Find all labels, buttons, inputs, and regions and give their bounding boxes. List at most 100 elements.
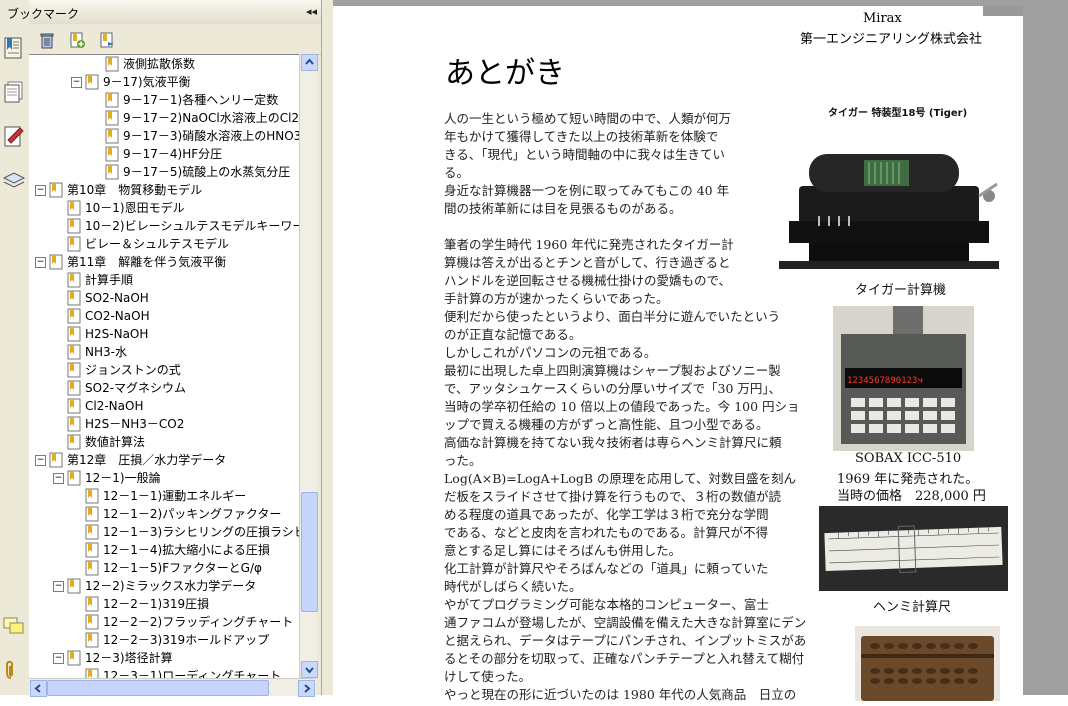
bookmark-icon <box>67 398 81 414</box>
bookmark-label: 第10章 物質移動モデル <box>67 183 203 197</box>
layers-icon[interactable] <box>2 168 26 192</box>
body-text-line: るとその部分を切取って、正確なパンチテープと入れ替えて糊付 <box>444 651 805 666</box>
bookmark-label: ビレー＆シュルテスモデル <box>85 237 230 251</box>
body-text-line: のが正直な記憶である。 <box>444 327 582 342</box>
bookmark-icon <box>49 182 63 198</box>
bookmark-label: 12－1－5)FファクターとG/φ <box>103 561 262 575</box>
bookmark-label: 9－17－4)HF分圧 <box>123 147 223 161</box>
bookmark-icon <box>67 434 81 450</box>
document-view[interactable]: Mirax 第一エンジニアリング株式会社 あとがき 人の一生という極めて短い時間… <box>333 0 1068 706</box>
collapse-toggle-icon[interactable]: − <box>53 473 64 484</box>
bookmark-icon <box>67 344 81 360</box>
abacus-image <box>855 626 1000 701</box>
bookmark-label: CO2-NaOH <box>85 309 150 323</box>
scroll-thumb[interactable] <box>301 492 318 612</box>
sobax-caption-model: SOBAX ICC-510 <box>855 451 962 466</box>
bookmark-icon <box>67 650 81 666</box>
bookmark-label: 12－3)塔径計算 <box>85 651 173 665</box>
bookmark-icon <box>67 326 81 342</box>
scroll-up-icon[interactable] <box>301 54 318 71</box>
body-text-line: 時代がしばらく続いた。 <box>444 579 582 594</box>
body-text-line: 意とする足し算にはそろばんも併用した。 <box>444 543 682 558</box>
signatures-icon[interactable] <box>2 124 26 148</box>
bookmark-icon <box>85 524 99 540</box>
bookmark-icon <box>105 92 119 108</box>
scroll-left-icon[interactable] <box>30 680 47 697</box>
body-text-line: と据えられ、データはテープにパンチされ、インプットミスがあ <box>444 633 807 648</box>
company-name-jp: 第一エンジニアリング株式会社 <box>800 32 983 47</box>
bookmark-label: 10－1)恩田モデル <box>85 201 185 215</box>
page-edge-strip <box>983 6 1023 16</box>
delete-icon[interactable] <box>38 31 56 49</box>
bookmark-icon <box>85 560 99 576</box>
body-text-line: Log(A×B)=LogA+LogB の原理を応用して、対数目盛を刻ん <box>444 471 797 486</box>
body-text-line: める程度の道具であったが、化学工学は３桁で充分な学問 <box>444 507 769 522</box>
tiger-image-header: タイガー 特装型18号 (Tiger) <box>828 108 968 119</box>
bookmark-label: H2S-NaOH <box>85 327 149 341</box>
body-text-line: る。 <box>444 165 470 180</box>
body-text-line: 間の技術革新には目を見張るものがある。 <box>444 201 682 216</box>
bookmark-toolbar <box>29 24 321 55</box>
body-text-line: だ板をスライドさせて掛け算を行うもので、３桁の数値が読 <box>444 489 782 504</box>
expand-bookmark-icon[interactable] <box>98 31 116 49</box>
bookmark-label: 9－17－1)各種ヘンリー定数 <box>123 93 279 107</box>
body-text-line: 年もかけて獲得してきた以上の技術革新を体験で <box>444 129 719 144</box>
bookmark-label: 10－2)ビレーシュルテスモデルキーワード <box>85 219 299 233</box>
collapse-panel-icon[interactable]: ◂◂ <box>306 5 317 18</box>
bookmarks-panel: ブックマーク ◂◂ 液側拡散係数 − 9－17)気液平衡 9－17－1)各種ヘンリー定… <box>7 0 321 697</box>
body-text-line: 人の一生という極めて短い時間の中で、人類が何万 <box>444 111 732 126</box>
tree-horizontal-scrollbar[interactable] <box>29 678 316 697</box>
sobax-calculator-image: 1234567890123ч <box>833 306 974 451</box>
bookmark-label: 計算手順 <box>85 273 134 287</box>
collapse-toggle-icon[interactable]: − <box>35 455 46 466</box>
bookmarks-icon[interactable] <box>2 36 26 60</box>
bookmark-icon <box>105 146 119 162</box>
body-text-line: 筆者の学生時代 1960 年代に発売されたタイガー計 <box>444 237 734 252</box>
collapse-toggle-icon[interactable]: − <box>71 77 82 88</box>
panel-title: ブックマーク <box>7 7 80 21</box>
sobax-display-text: 1234567890123ч <box>847 376 923 386</box>
body-text-line: 最初に出現した卓上四則演算機はシャープ製およびソニー製 <box>444 363 781 378</box>
bookmark-icon <box>85 542 99 558</box>
bookmark-label: 9－17)気液平衡 <box>103 75 191 89</box>
collapse-toggle-icon[interactable]: − <box>35 257 46 268</box>
company-name-en: Mirax <box>863 11 902 26</box>
body-text-line: しかしこれがパソコンの元祖である。 <box>444 345 657 360</box>
bookmark-icon <box>67 470 81 486</box>
bookmark-label: 12－1－3)ラシヒリングの圧損ラシヒリン <box>103 525 299 539</box>
bookmark-label: SO2-マグネシウム <box>85 381 187 395</box>
bookmark-icon <box>67 200 81 216</box>
bookmark-icon <box>67 236 81 252</box>
bookmark-icon <box>67 218 81 234</box>
bookmark-icon <box>85 632 99 648</box>
tiger-calculator-image <box>769 126 1011 276</box>
collapse-toggle-icon[interactable]: − <box>53 653 64 664</box>
scroll-down-icon[interactable] <box>301 661 318 678</box>
horizontal-scroll-thumb[interactable] <box>47 680 269 696</box>
bookmark-label: SO2-NaOH <box>85 291 149 305</box>
tree-vertical-scrollbar[interactable] <box>299 54 318 678</box>
bookmark-label: 12－1－4)拡大縮小による圧損 <box>103 543 270 557</box>
navigation-rail <box>0 0 30 695</box>
hemmi-slide-rule-image <box>819 506 1008 591</box>
pages-icon[interactable] <box>2 80 26 104</box>
bookmark-icon <box>67 380 81 396</box>
bookmark-label: H2S－NH3－CO2 <box>85 417 185 431</box>
body-text-line: 当時の学卒初任給の 10 倍以上の値段であった。今 100 円ショ <box>444 399 800 414</box>
bookmark-label: 12－1)一般論 <box>85 471 161 485</box>
scroll-right-icon[interactable] <box>298 680 315 697</box>
attachments-icon[interactable] <box>2 658 26 682</box>
sobax-caption-price: 当時の価格 228,000 円 <box>837 489 986 504</box>
comments-icon[interactable] <box>2 614 26 638</box>
body-text-line: やがてプログラミング可能な本格的コンピューター、富士 <box>444 597 769 612</box>
collapse-toggle-icon[interactable]: − <box>53 581 64 592</box>
tiger-caption: タイガー計算機 <box>855 283 947 298</box>
new-bookmark-icon[interactable] <box>68 31 86 49</box>
collapse-toggle-icon[interactable]: − <box>35 185 46 196</box>
bookmark-label: 12－1－2)パッキングファクター <box>103 507 282 521</box>
bookmark-icon <box>67 290 81 306</box>
bookmark-label: 数値計算法 <box>85 435 146 449</box>
bookmark-icon <box>105 128 119 144</box>
body-text-line: けして使った。 <box>444 669 532 684</box>
bookmark-label: Cl2-NaOH <box>85 399 144 413</box>
